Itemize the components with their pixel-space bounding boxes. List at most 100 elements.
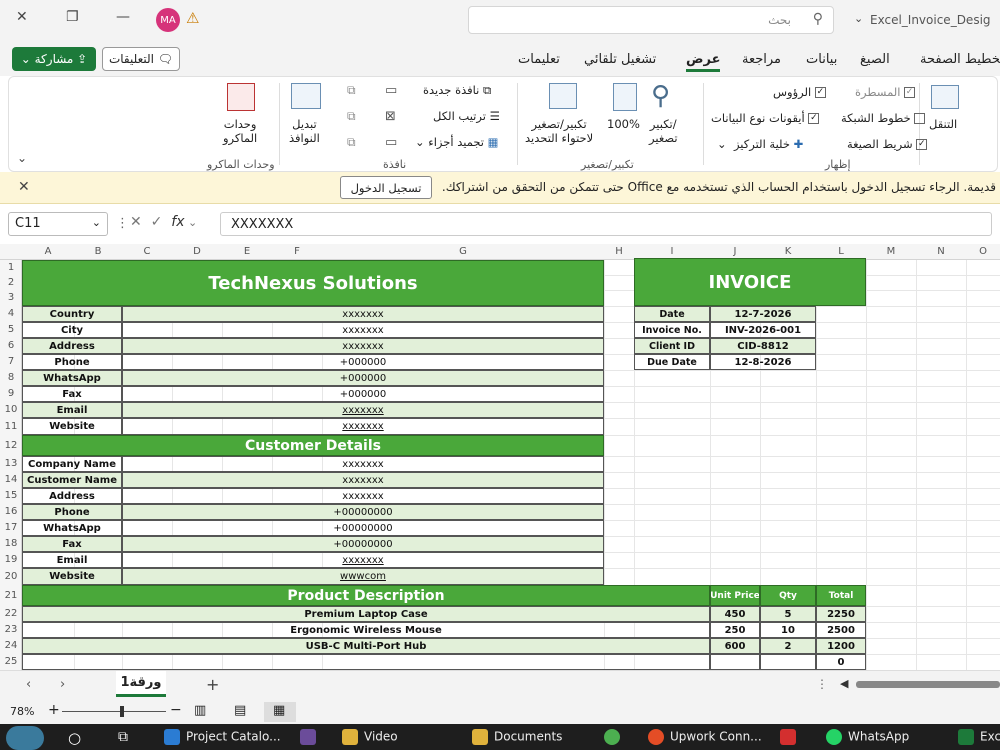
invoice-title[interactable]: INVOICE (634, 258, 866, 306)
restore-icon[interactable]: ❐ (66, 9, 79, 25)
customer-field-value[interactable]: +00000000 (122, 536, 604, 552)
invoice-field-value[interactable]: CID-8812 (710, 338, 816, 354)
arrange-all-button[interactable]: ترتيب الكل ☰ (433, 109, 500, 123)
company-field-value[interactable]: xxxxxxx (122, 402, 604, 418)
taskbar-item[interactable]: Project Catalo... (164, 729, 281, 745)
taskbar-item[interactable]: Documents (472, 729, 562, 745)
product-qty[interactable]: 5 (760, 606, 816, 622)
column-header[interactable]: A (22, 246, 74, 257)
navigation-button[interactable]: التنقل (929, 117, 957, 131)
row-header[interactable]: 7 (0, 356, 22, 367)
taskbar-item[interactable]: Exc (958, 729, 1000, 745)
customer-field-value[interactable]: xxxxxxx (122, 552, 604, 568)
avatar[interactable]: MA (156, 8, 180, 32)
taskbar-item[interactable]: WhatsApp (826, 729, 909, 745)
total-header[interactable]: Total (816, 585, 866, 606)
row-header[interactable]: 6 (0, 340, 22, 351)
switch-windows-button[interactable]: تبديل النوافذ (289, 117, 320, 145)
sign-in-button[interactable]: تسجيل الدخول (340, 176, 432, 199)
row-header[interactable]: 17 (0, 522, 22, 533)
product-total[interactable]: 2500 (816, 622, 866, 638)
company-field-value[interactable]: +000000 (122, 386, 604, 402)
formula-input[interactable]: XXXXXXX (220, 212, 992, 236)
page-layout-view-icon[interactable]: ▤ (234, 703, 246, 718)
column-header[interactable]: M (866, 246, 916, 257)
product-qty[interactable] (760, 654, 816, 670)
scroll-left-icon[interactable]: ◀ (840, 677, 848, 690)
minimize-icon[interactable]: — (116, 9, 130, 25)
column-header[interactable]: E (222, 246, 272, 257)
search-input[interactable]: بحث ⚲ (468, 6, 834, 34)
product-unit-price[interactable]: 450 (710, 606, 760, 622)
chevron-left-icon[interactable]: ‹ (26, 677, 31, 692)
more-icon[interactable]: ⋮ (816, 677, 828, 691)
tab-help[interactable]: تعليمات (518, 52, 560, 67)
name-box[interactable]: C11 ⌄ (8, 212, 108, 236)
tab-review[interactable]: مراجعة (742, 52, 781, 67)
row-header[interactable]: 15 (0, 490, 22, 501)
formula-bar-checkbox[interactable]: شريط الصيغة ✓ (847, 137, 928, 151)
macros-button[interactable]: وحدات الماكرو (223, 117, 257, 145)
company-field-value[interactable]: +000000 (122, 370, 604, 386)
column-header[interactable]: C (122, 246, 172, 257)
reset-position-icon[interactable]: ⧉ (347, 135, 356, 150)
chevron-right-icon[interactable]: › (60, 677, 65, 692)
customer-field-value[interactable]: +00000000 (122, 504, 604, 520)
product-qty[interactable]: 2 (760, 638, 816, 654)
view-side-by-side-icon[interactable]: ⧉ (347, 83, 356, 98)
tab-page-layout[interactable]: تخطيط الصفحة (920, 52, 1000, 67)
customer-field-value[interactable]: xxxxxxx (122, 456, 604, 472)
warning-icon[interactable]: ⚠ (186, 9, 199, 27)
row-header[interactable]: 1 (0, 262, 22, 273)
column-header[interactable]: H (604, 246, 634, 257)
chevron-down-icon[interactable]: ⌄ (854, 12, 863, 25)
taskbar-item[interactable]: Video (342, 729, 398, 745)
share-button[interactable]: ⌄ مشاركة ⇪ (12, 47, 96, 71)
collapse-ribbon-icon[interactable]: ⌄ (17, 151, 27, 165)
start-icon[interactable] (6, 726, 44, 750)
row-header[interactable]: 9 (0, 388, 22, 399)
enter-icon[interactable]: ✓ (151, 214, 163, 230)
column-header[interactable]: G (322, 246, 604, 257)
product-name[interactable]: Premium Laptop Case (22, 606, 710, 622)
horizontal-scrollbar[interactable] (856, 681, 1000, 688)
product-name[interactable]: USB-C Multi-Port Hub (22, 638, 710, 654)
tab-data[interactable]: بيانات (806, 52, 837, 67)
row-header[interactable]: 5 (0, 324, 22, 335)
customer-field-value[interactable]: +00000000 (122, 520, 604, 536)
search-icon[interactable]: ○ (68, 729, 81, 747)
navigation-icon[interactable] (931, 85, 959, 109)
invoice-field-value[interactable]: 12-7-2026 (710, 306, 816, 322)
row-header[interactable]: 25 (0, 656, 22, 667)
customer-details-title[interactable]: Customer Details (22, 435, 604, 456)
row-header[interactable]: 12 (0, 440, 22, 451)
comments-button[interactable]: التعليقات 🗨 (102, 47, 180, 71)
taskbar-item[interactable] (780, 729, 802, 745)
product-total[interactable]: 1200 (816, 638, 866, 654)
company-name[interactable]: TechNexus Solutions (22, 260, 604, 306)
task-view-icon[interactable]: ⧉ (118, 729, 128, 745)
cancel-icon[interactable]: ✕ (130, 214, 142, 230)
row-header[interactable]: 10 (0, 404, 22, 415)
synchronous-scroll-icon[interactable]: ⧉ (347, 109, 356, 124)
company-field-value[interactable]: xxxxxxx (122, 322, 604, 338)
row-header[interactable]: 22 (0, 608, 22, 619)
product-name[interactable] (22, 654, 710, 670)
row-header[interactable]: 4 (0, 308, 22, 319)
unhide-icon[interactable]: ▭ (385, 135, 397, 150)
column-header[interactable]: J (710, 246, 760, 257)
row-header[interactable]: 16 (0, 506, 22, 517)
column-header[interactable]: N (916, 246, 966, 257)
zoom-button[interactable]: تكبير/ تصغير (649, 117, 678, 145)
row-header[interactable]: 14 (0, 474, 22, 485)
column-header[interactable]: F (272, 246, 322, 257)
invoice-field-value[interactable]: 12-8-2026 (710, 354, 816, 370)
row-header[interactable]: 13 (0, 458, 22, 469)
product-total[interactable]: 2250 (816, 606, 866, 622)
invoice-field-value[interactable]: INV-2026-001 (710, 322, 816, 338)
ruler-checkbox[interactable]: المسطرة ✓ (855, 85, 916, 99)
gridlines-checkbox[interactable]: خطوط الشبكة (841, 111, 926, 125)
row-header[interactable]: 11 (0, 421, 22, 432)
zoom-slider-handle[interactable] (120, 706, 124, 717)
zoom-selection-button[interactable]: تكبير/تصغير لاحتواء التحديد (525, 117, 593, 145)
